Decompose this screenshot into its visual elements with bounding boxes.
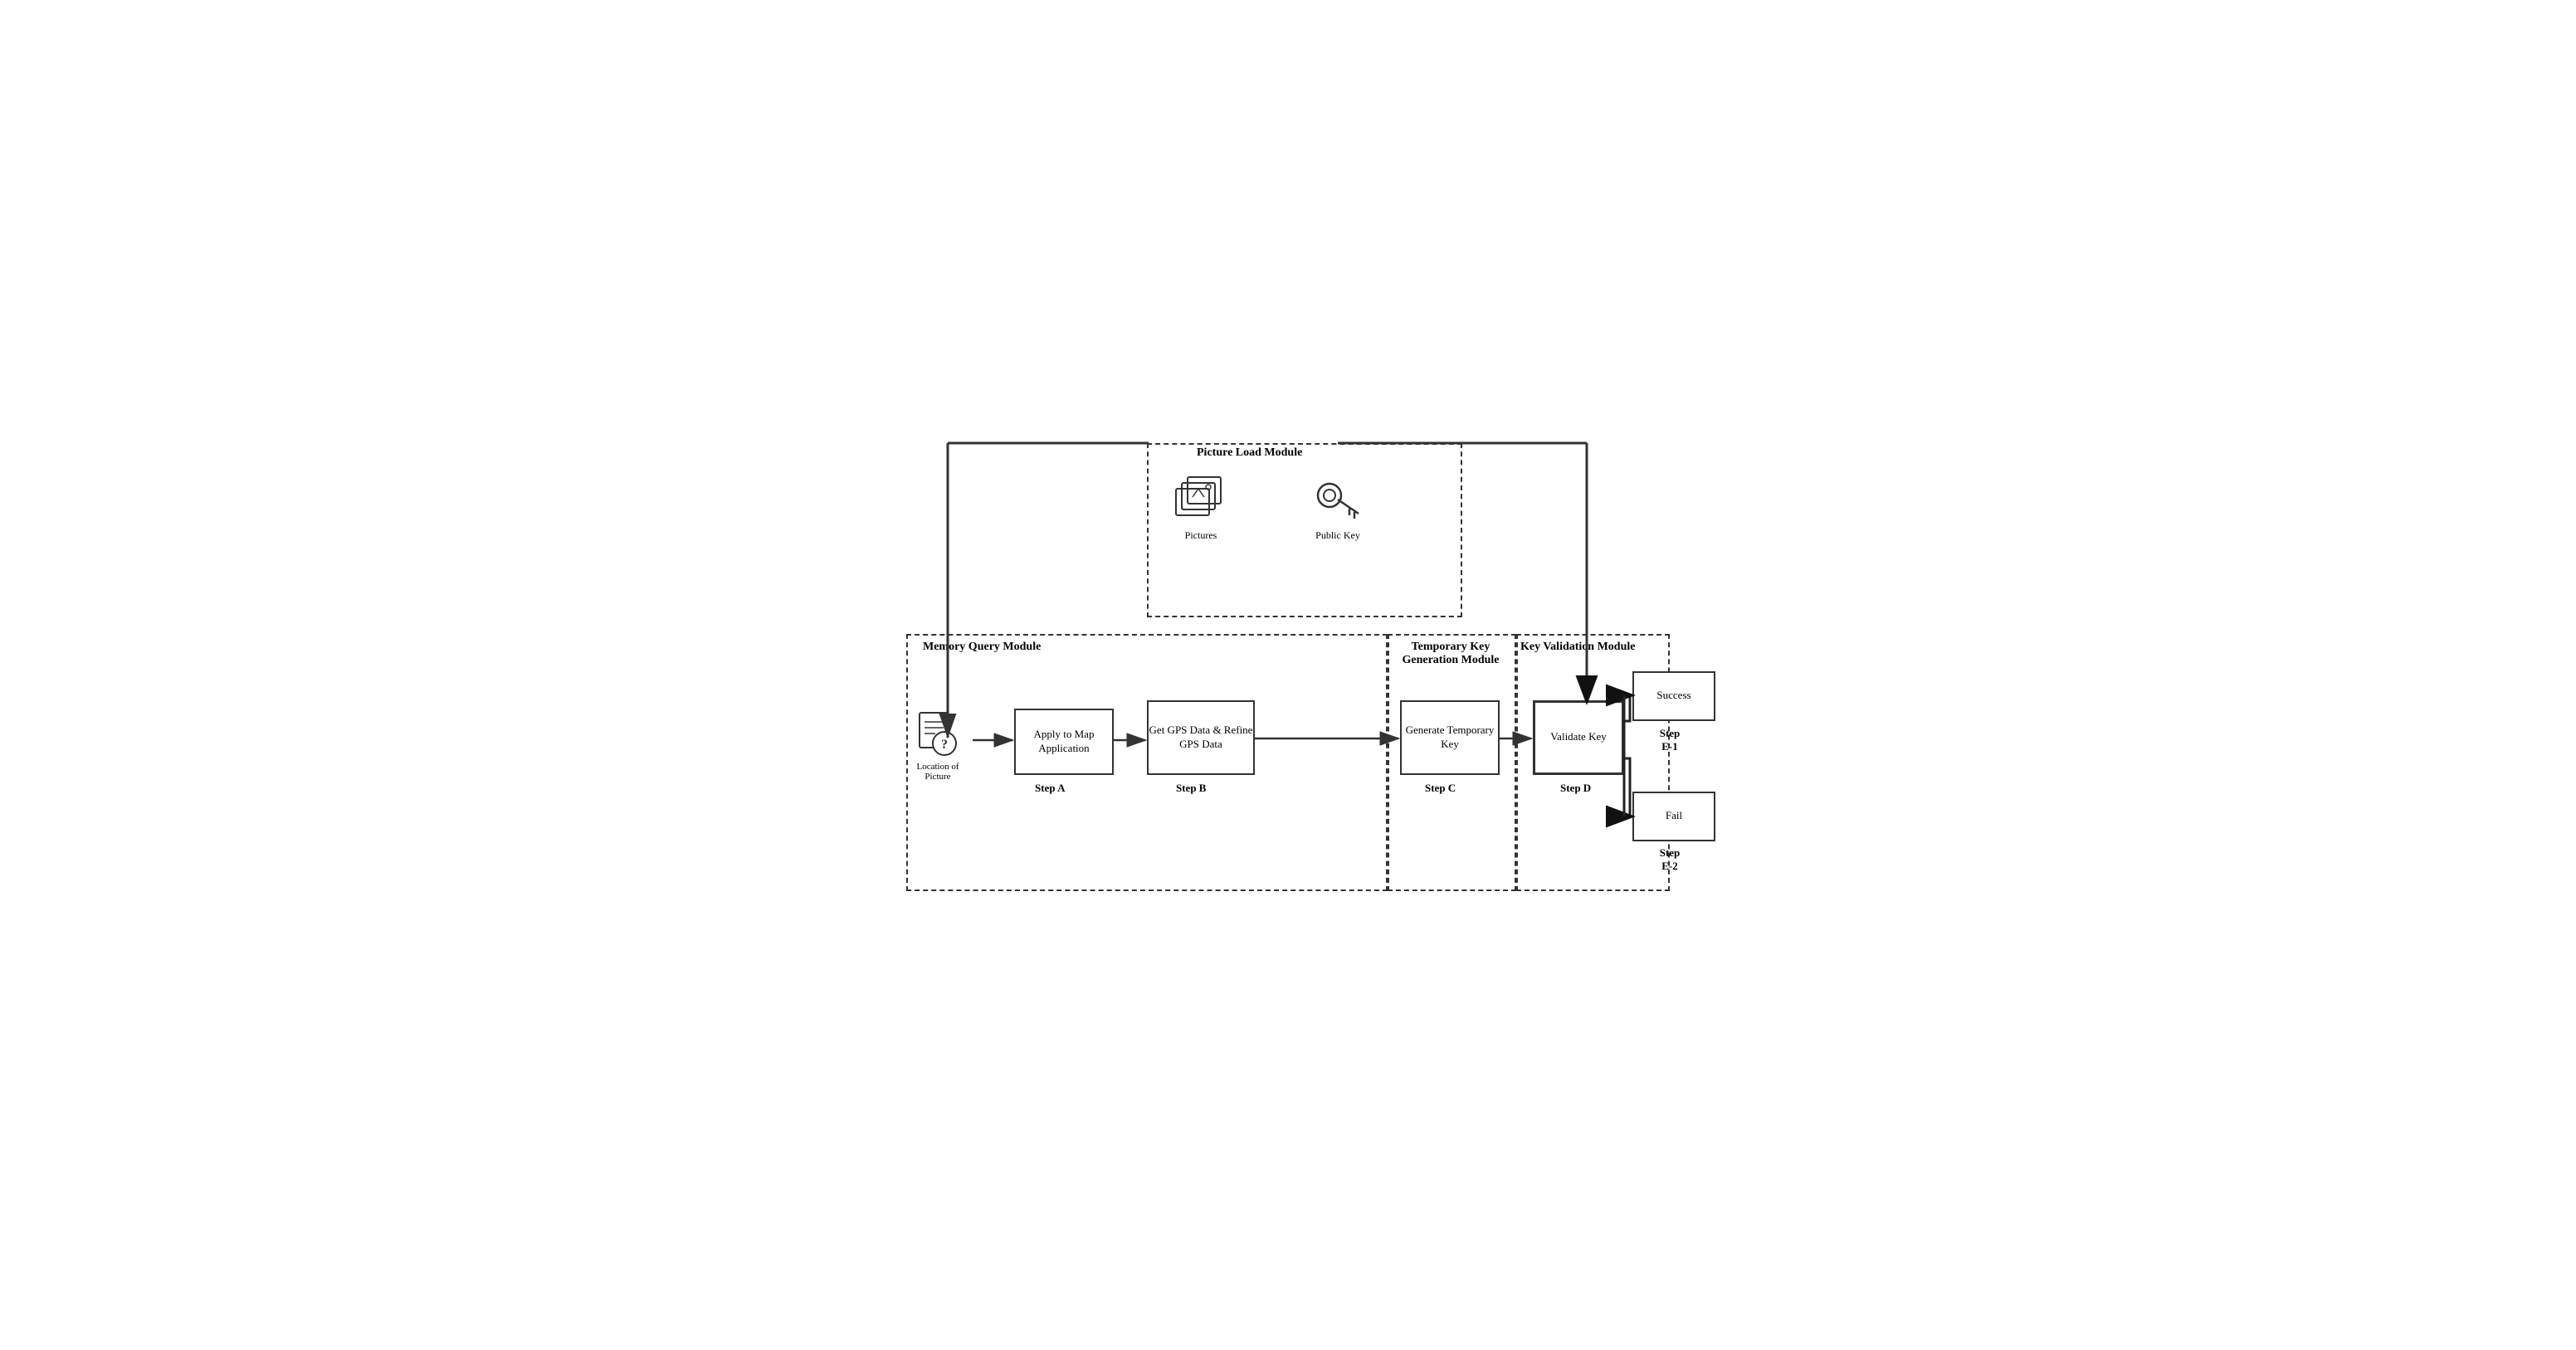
- step-d-label: Step D: [1560, 782, 1591, 795]
- step-b-box: Get GPS Data & Refine GPS Data: [1147, 700, 1255, 775]
- memory-query-module-label: Memory Query Module: [923, 641, 1041, 654]
- location-label: Location of Picture: [913, 762, 963, 782]
- picture-load-module-label: Picture Load Module: [1197, 446, 1302, 460]
- step-c-box: Generate Temporary Key: [1400, 700, 1500, 775]
- step-d-box: Validate Key: [1533, 700, 1624, 775]
- location-icon: ?: [913, 709, 963, 758]
- svg-text:?: ?: [941, 738, 948, 752]
- key-icon: [1313, 472, 1363, 526]
- step-e2-label: Step E-2: [1653, 846, 1686, 873]
- pictures-icon-area: Pictures: [1172, 476, 1230, 542]
- step-c-label: Step C: [1425, 782, 1456, 795]
- step-b-label: Step B: [1176, 782, 1206, 795]
- pictures-icon: [1172, 476, 1230, 526]
- step-a-box: Apply to Map Application: [1014, 709, 1114, 775]
- step-e2-box: Fail: [1632, 792, 1715, 841]
- step-e1-box: Success: [1632, 671, 1715, 721]
- step-a-label: Step A: [1035, 782, 1065, 795]
- diagram-container: Picture Load Module Memory Query Module …: [890, 435, 1686, 916]
- temp-key-gen-module-label: Temporary Key Generation Module: [1393, 641, 1509, 669]
- public-key-label: Public Key: [1315, 529, 1360, 542]
- pictures-label: Pictures: [1185, 529, 1217, 542]
- public-key-icon-area: Public Key: [1313, 472, 1363, 542]
- location-icon-area: ? Location of Picture: [913, 709, 963, 782]
- key-validation-module-label: Key Validation Module: [1520, 641, 1666, 654]
- step-e1-label: Step E-1: [1653, 727, 1686, 753]
